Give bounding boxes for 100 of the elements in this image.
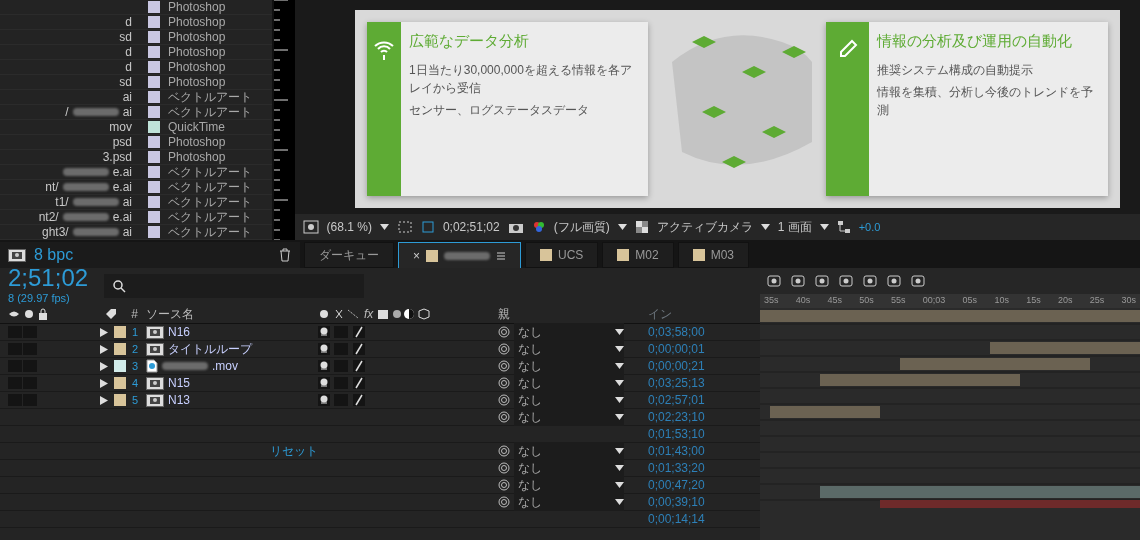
label-swatch[interactable] (113, 326, 126, 338)
pickwhip-icon[interactable] (498, 377, 510, 389)
caret-icon[interactable] (615, 380, 624, 386)
panel-tab[interactable]: ダーキュー (304, 242, 394, 268)
ruler-tick: 20s (1057, 294, 1073, 307)
trash-icon[interactable] (278, 248, 292, 262)
layer-name[interactable]: N16 (168, 323, 190, 341)
zoom-dropdown[interactable]: (68.1 %) (326, 218, 372, 236)
file-name: ai (122, 90, 132, 104)
in-point-time[interactable]: 0;00;00;21 (648, 359, 705, 373)
caret-icon[interactable] (615, 329, 624, 335)
ruler-tick: 30s (1121, 294, 1136, 307)
shy-icon[interactable] (318, 377, 330, 389)
pickwhip-icon[interactable] (498, 360, 510, 372)
pickwhip-icon[interactable] (498, 343, 510, 355)
camera-dropdown[interactable]: アクティブカメラ (656, 218, 753, 236)
in-point-time[interactable]: 0;03;58;00 (648, 325, 705, 339)
timecode-text[interactable]: 0;02;51;02 (442, 218, 500, 236)
panel-tab[interactable]: M02 (602, 242, 674, 268)
in-point-time[interactable]: 0;01;53;10 (648, 427, 705, 441)
parent-dropdown[interactable]: なし (514, 391, 624, 409)
quality-slash-icon[interactable] (353, 394, 365, 406)
parent-dropdown[interactable]: なし (514, 476, 624, 494)
panel-tab[interactable]: UCS (525, 242, 599, 268)
column-header: イン (648, 306, 672, 321)
caret-icon[interactable] (615, 482, 624, 488)
parent-dropdown[interactable]: なし (514, 442, 624, 460)
lock-icon[interactable] (38, 307, 48, 320)
layer-name[interactable]: .mov (212, 357, 238, 375)
caret-icon[interactable] (615, 448, 624, 454)
file-type: Photoshop (168, 45, 226, 59)
label-swatch[interactable] (113, 360, 126, 372)
caret-icon[interactable] (615, 414, 624, 420)
caret-icon[interactable] (615, 346, 624, 352)
pickwhip-icon[interactable] (498, 445, 510, 457)
label-swatch[interactable] (113, 394, 126, 406)
quality-slash-icon[interactable] (353, 377, 365, 389)
exposure-value[interactable]: +0.0 (858, 218, 881, 236)
close-icon[interactable]: × (413, 246, 420, 265)
parent-dropdown[interactable]: なし (514, 340, 624, 358)
pickwhip-icon[interactable] (498, 411, 510, 423)
caret-icon[interactable] (615, 363, 624, 369)
in-point-time[interactable]: 0;00;14;14 (648, 512, 705, 526)
label-swatch[interactable] (113, 377, 126, 389)
checker-icon[interactable] (634, 220, 649, 234)
parent-dropdown[interactable]: なし (514, 493, 624, 511)
pickwhip-icon[interactable] (498, 394, 510, 406)
parent-dropdown[interactable]: なし (514, 374, 624, 392)
pickwhip-icon[interactable] (498, 326, 510, 338)
resolution-dropdown[interactable]: (フル画質) (553, 218, 610, 236)
view-layout-dropdown[interactable]: 1 画面 (777, 218, 812, 236)
shy-icon[interactable] (318, 394, 330, 406)
bit-depth-button[interactable]: 8 bpc (34, 243, 74, 267)
caret-icon[interactable] (615, 397, 624, 403)
pickwhip-icon[interactable] (498, 496, 510, 508)
solo-icon[interactable] (24, 308, 34, 319)
quality-slash-icon[interactable] (353, 360, 365, 372)
caret-icon[interactable] (615, 465, 624, 471)
label-swatch[interactable] (113, 343, 126, 355)
flowchart-icon[interactable] (836, 220, 851, 234)
shy-icon[interactable] (318, 326, 330, 338)
file-name: / (65, 105, 69, 119)
in-point-time[interactable]: 0;03;25;13 (648, 376, 705, 390)
pickwhip-icon[interactable] (498, 479, 510, 491)
parent-dropdown[interactable]: なし (514, 323, 624, 341)
in-point-time[interactable]: 0;01;43;00 (648, 444, 705, 458)
in-point-time[interactable]: 0;00;47;20 (648, 478, 705, 492)
menu-icon[interactable] (496, 250, 506, 261)
in-point-time[interactable]: 0;00;39;10 (648, 495, 705, 509)
layer-name[interactable]: N13 (168, 391, 190, 409)
timecode-display[interactable]: 2;51;02 (8, 268, 89, 290)
shy-icon[interactable] (318, 360, 330, 372)
in-point-time[interactable]: 0;00;00;01 (648, 342, 705, 356)
grid-icon[interactable] (396, 220, 413, 234)
parent-dropdown[interactable]: なし (514, 357, 624, 375)
caret-icon[interactable] (760, 224, 770, 230)
in-point-time[interactable]: 0;02;57;01 (648, 393, 705, 407)
quality-slash-icon[interactable] (353, 343, 365, 355)
region-icon[interactable] (302, 220, 319, 234)
pickwhip-icon[interactable] (498, 462, 510, 474)
panel-tab[interactable]: M03 (677, 242, 750, 268)
caret-icon[interactable] (617, 224, 627, 230)
parent-dropdown[interactable]: なし (514, 408, 624, 426)
shy-icon[interactable] (318, 343, 330, 355)
tag-icon (105, 307, 118, 320)
search-field[interactable] (104, 274, 365, 298)
caret-icon[interactable] (819, 224, 829, 230)
caret-icon[interactable] (615, 499, 624, 505)
layer-name[interactable]: タイトルループ (168, 340, 252, 358)
quality-slash-icon[interactable] (353, 326, 365, 338)
layer-name[interactable]: N15 (168, 374, 190, 392)
parent-dropdown[interactable]: なし (514, 459, 624, 477)
file-type: Photoshop (168, 30, 226, 44)
rgb-icon[interactable] (531, 220, 546, 234)
panel-tab[interactable]: × (398, 242, 521, 268)
in-point-time[interactable]: 0;01;33;20 (648, 461, 705, 475)
reset-link[interactable]: リセット (270, 442, 318, 460)
slide-heading: 情報の分析及び運用の自動化 (877, 31, 1074, 51)
in-point-time[interactable]: 0;02;23;10 (648, 410, 705, 424)
caret-icon[interactable] (379, 224, 389, 230)
